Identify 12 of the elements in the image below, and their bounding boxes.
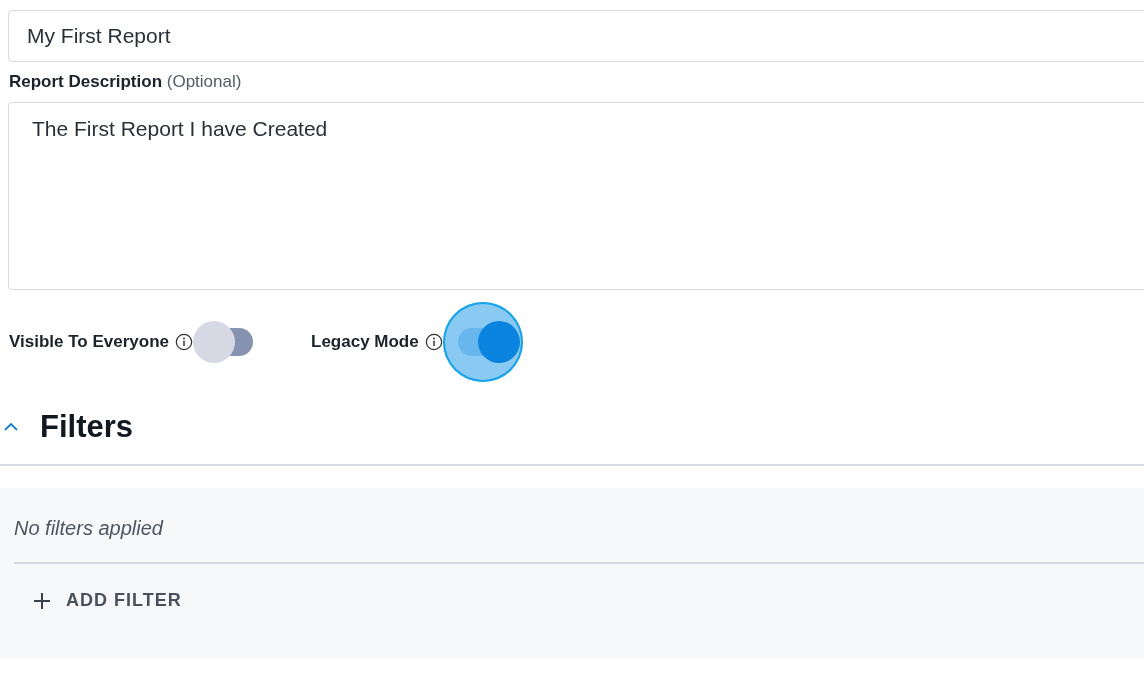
toggle-label: Visible To Everyone [9, 332, 169, 352]
plus-icon [32, 590, 52, 611]
toggle-switch[interactable] [193, 321, 253, 363]
description-field[interactable]: The First Report I have Created [8, 102, 1144, 290]
report-name-field[interactable]: My First Report [8, 10, 1144, 62]
add-filter-button[interactable]: ADD FILTER [30, 586, 184, 615]
empty-message: No filters applied [14, 517, 165, 540]
section-title: Filters [40, 409, 134, 445]
info-icon [175, 333, 193, 351]
field-label: Report Description (Optional) [9, 72, 243, 92]
toggle-label: Legacy Mode [311, 332, 419, 352]
info-icon [424, 333, 443, 351]
